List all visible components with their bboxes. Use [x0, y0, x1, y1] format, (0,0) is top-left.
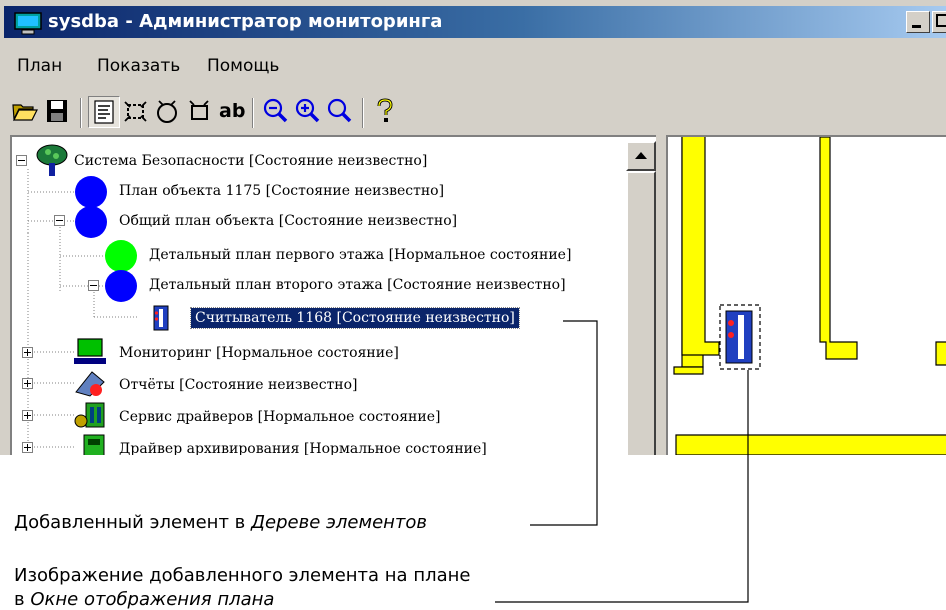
tree-callout: Добавленный элемент в Дереве элементов — [14, 512, 427, 533]
plan-callout-line1: Изображение добавленного элемента на пла… — [14, 565, 471, 586]
tree-callout-prefix: Добавленный элемент в — [14, 512, 251, 533]
tree-callout-emphasis: Дереве элементов — [250, 512, 428, 533]
plan-callout-emphasis: Окне отображения плана — [30, 589, 275, 610]
plan-callout-prefix: в — [14, 589, 31, 610]
plan-callout-line2: в Окне отображения плана — [14, 589, 274, 610]
